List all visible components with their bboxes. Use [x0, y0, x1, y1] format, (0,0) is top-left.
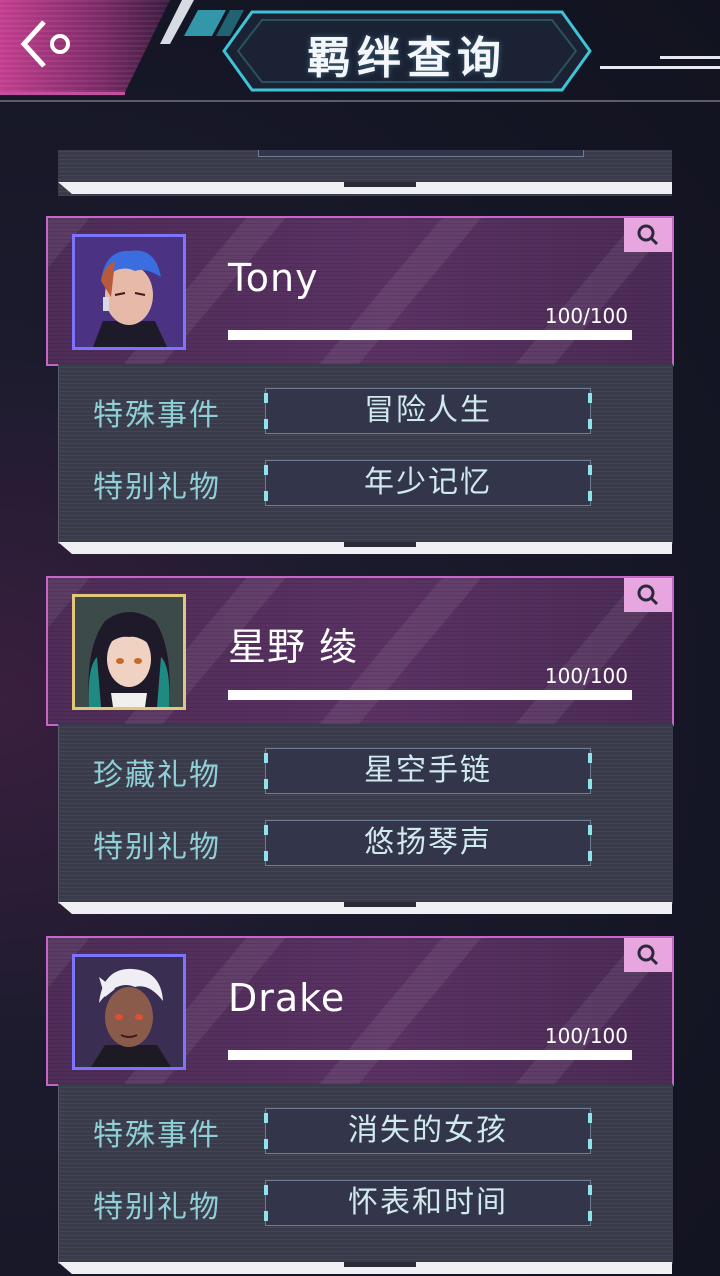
box-corner [264, 851, 268, 861]
magnifier-icon [637, 584, 659, 606]
bond-progress-text: 100/100 [544, 304, 628, 328]
gift-value-box[interactable]: 星空手链 [264, 748, 592, 794]
bond-progress-fill [228, 690, 632, 700]
box-corner [264, 419, 268, 429]
card-body: 特殊事件 消失的女孩 特别礼物 怀表和时间 [58, 1084, 673, 1264]
box-corner [588, 1185, 592, 1195]
chevron-left-icon[interactable] [14, 12, 78, 76]
row-value: 悠扬琴声 [364, 825, 492, 860]
box-corner [588, 1113, 592, 1123]
box-corner [588, 465, 592, 475]
box-corner [264, 1211, 268, 1221]
bond-card: Drake 100/100 特殊事件 消失的女孩 特别礼物 怀表和时间 [46, 936, 674, 1276]
search-button[interactable] [624, 578, 672, 612]
row-label: 特殊事件 [93, 1118, 221, 1153]
box-corner [264, 491, 268, 501]
card-foot [58, 182, 672, 194]
box-corner [588, 825, 592, 835]
box-corner [264, 393, 268, 403]
bond-progress-fill [228, 330, 632, 340]
bond-progress-text: 100/100 [544, 664, 628, 688]
row-value: 年少记忆 [364, 465, 492, 500]
row-label: 特别礼物 [93, 1190, 221, 1225]
box-corner [588, 779, 592, 789]
back-tab-edge [0, 92, 125, 95]
box-corner [588, 1211, 592, 1221]
bond-card: 星野 绫 100/100 珍藏礼物 星空手链 特别礼物 悠扬琴声 [46, 576, 674, 916]
card-foot [58, 542, 672, 554]
bond-progress-bar [228, 1050, 632, 1060]
card-foot [58, 1262, 672, 1274]
card-header: 星野 绫 100/100 [46, 576, 674, 726]
gift-value-box[interactable]: 怀表和时间 [264, 1180, 592, 1226]
bond-progress-bar [228, 330, 632, 340]
box-corner [264, 825, 268, 835]
gift-value-box[interactable]: 年少记忆 [264, 460, 592, 506]
bond-card: Tony 100/100 特殊事件 冒险人生 特别礼物 年少记忆 [46, 216, 674, 556]
box-corner [264, 1185, 268, 1195]
bond-progress-bar [228, 690, 632, 700]
row-value: 消失的女孩 [348, 1113, 508, 1148]
box-corner [588, 393, 592, 403]
box-corner [264, 1113, 268, 1123]
character-name: Tony [228, 256, 319, 300]
card-foot-notch [344, 902, 416, 907]
header-deco-line [600, 66, 720, 69]
header-bar: 羁绊查询 [0, 0, 720, 110]
box-corner [264, 753, 268, 763]
card-foot-notch [344, 1262, 416, 1267]
magnifier-icon [637, 944, 659, 966]
card-header: Tony 100/100 [46, 216, 674, 366]
box-corner [588, 851, 592, 861]
box-corner [264, 779, 268, 789]
card-body: 珍藏礼物 星空手链 特别礼物 悠扬琴声 [58, 724, 673, 904]
character-name: 星野 绫 [228, 625, 359, 669]
search-button[interactable] [624, 218, 672, 252]
card-foot [58, 902, 672, 914]
header-divider [0, 100, 720, 102]
page-title: 羁绊查询 [307, 33, 507, 84]
avatar [72, 954, 186, 1070]
header-deco-line [660, 56, 720, 59]
card-foot-notch [344, 542, 416, 547]
box-corner [588, 1139, 592, 1149]
avatar [72, 594, 186, 710]
search-button[interactable] [624, 938, 672, 972]
avatar [72, 234, 186, 350]
character-name: Drake [228, 976, 346, 1020]
box-corner [588, 753, 592, 763]
row-label: 特别礼物 [93, 830, 221, 865]
row-value: 怀表和时间 [348, 1185, 508, 1220]
gift-value-box[interactable]: 悠扬琴声 [264, 820, 592, 866]
bond-progress-text: 100/100 [544, 1024, 628, 1048]
event-value-box[interactable]: 消失的女孩 [264, 1108, 592, 1154]
card-foot-notch [344, 182, 416, 187]
box-corner [264, 465, 268, 475]
box-corner [588, 419, 592, 429]
box-corner [264, 1139, 268, 1149]
bond-list[interactable]: Tony 100/100 特殊事件 冒险人生 特别礼物 年少记忆 星野 绫 10… [0, 150, 720, 1276]
card-header: Drake 100/100 [46, 936, 674, 1086]
magnifier-icon [637, 224, 659, 246]
event-value-box[interactable]: 冒险人生 [264, 388, 592, 434]
row-value: 星空手链 [364, 753, 492, 788]
row-value: 冒险人生 [364, 393, 492, 428]
card-body: 特殊事件 冒险人生 特别礼物 年少记忆 [58, 364, 673, 544]
row-label: 珍藏礼物 [93, 758, 221, 793]
row-label: 特别礼物 [93, 470, 221, 505]
bond-progress-fill [228, 1050, 632, 1060]
row-label: 特殊事件 [93, 398, 221, 433]
box-corner [588, 491, 592, 501]
